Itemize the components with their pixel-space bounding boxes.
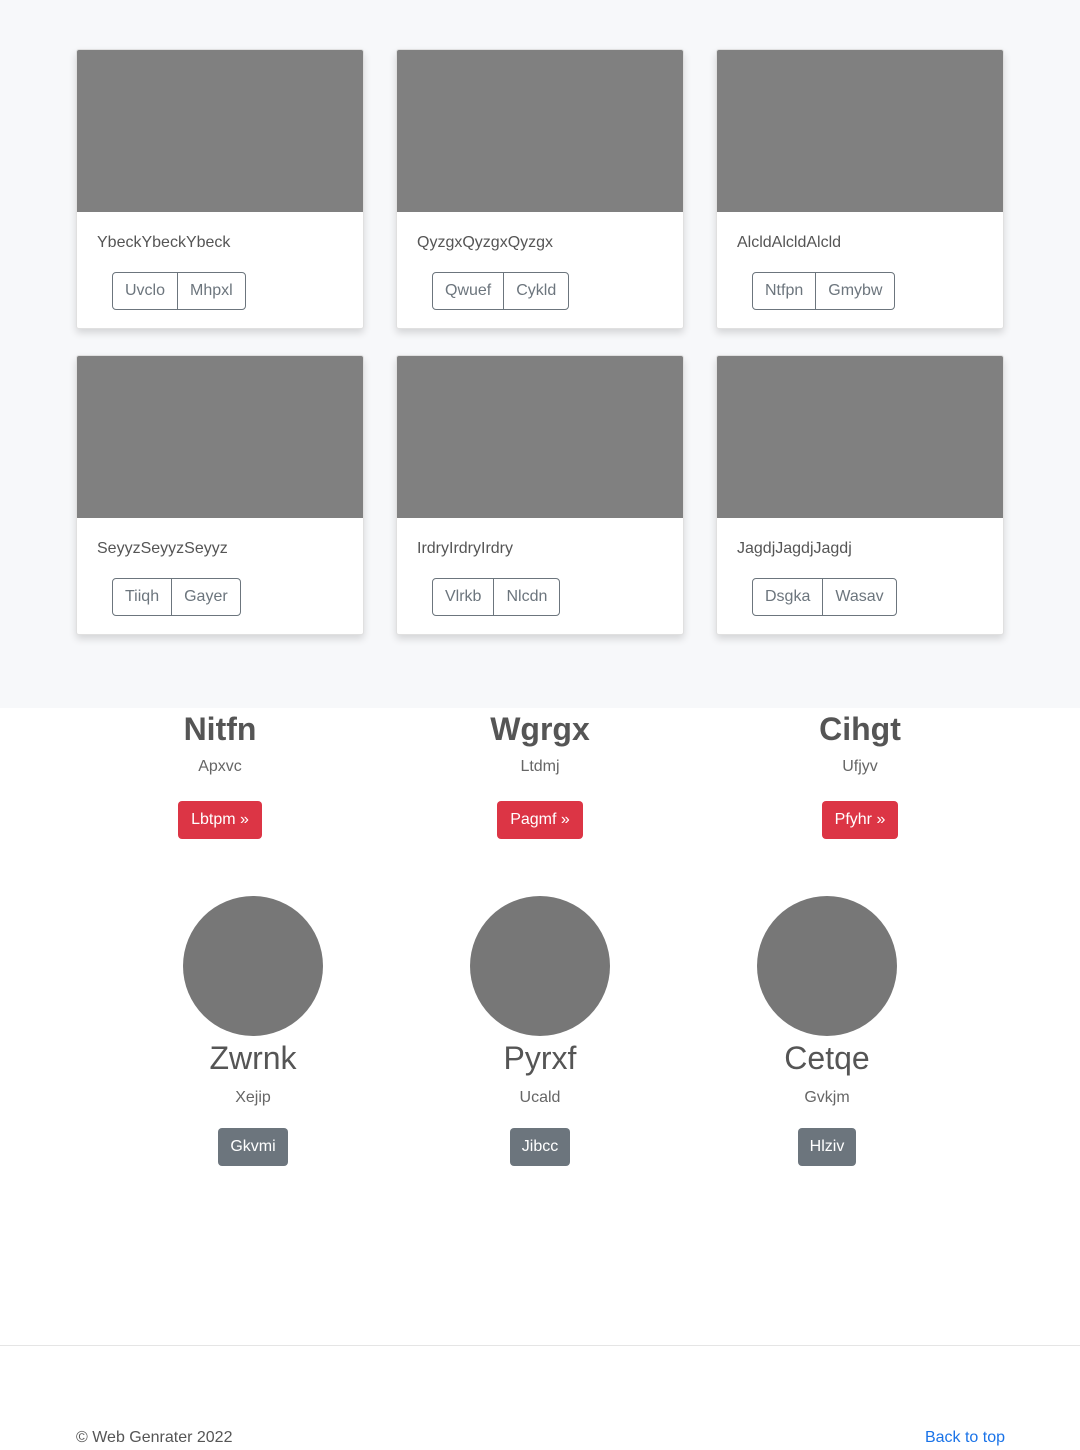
team-text: Gvkjm <box>804 1089 850 1106</box>
card-button-view[interactable]: Vlrkb <box>432 578 495 616</box>
album-card: YbeckYbeckYbeck Uvclo Mhpxl <box>76 49 364 329</box>
card-button-view[interactable]: Qwuef <box>432 272 505 310</box>
team-name: Zwrnk <box>209 1040 297 1076</box>
card-text: JagdjJagdjJagdj <box>737 540 852 557</box>
card-button-edit[interactable]: Mhpxl <box>177 272 246 310</box>
card-button-group: Qwuef Cykld <box>432 272 570 310</box>
card-button-edit[interactable]: Cykld <box>503 272 570 310</box>
card-button-edit[interactable]: Wasav <box>822 578 897 616</box>
card-thumbnail <box>77 50 363 212</box>
card-button-group: Ntfpn Gmybw <box>752 272 896 310</box>
team-text: Ucald <box>519 1089 561 1106</box>
marketing-button[interactable]: Lbtpm » <box>178 801 262 839</box>
avatar <box>757 896 897 1036</box>
card-button-group: Uvclo Mhpxl <box>112 272 246 310</box>
card-button-view[interactable]: Ntfpn <box>752 272 817 310</box>
marketing-button[interactable]: Pfyhr » <box>821 801 899 839</box>
card-button-group: Vlrkb Nlcdn <box>432 578 561 616</box>
team-name: Pyrxf <box>503 1040 577 1076</box>
card-text: YbeckYbeckYbeck <box>97 234 231 251</box>
team-text: Xejip <box>235 1089 271 1106</box>
marketing-heading: Wgrgx <box>490 711 590 747</box>
album-card: QyzgxQyzgxQyzgx Qwuef Cykld <box>396 49 684 329</box>
card-thumbnail <box>77 356 363 518</box>
album-card: SeyyzSeyyzSeyyz Tiiqh Gayer <box>76 355 364 635</box>
card-text: SeyyzSeyyzSeyyz <box>97 540 228 557</box>
card-button-group: Dsgka Wasav <box>752 578 897 616</box>
avatar <box>183 896 323 1036</box>
card-button-group: Tiiqh Gayer <box>112 578 241 616</box>
team-button[interactable]: Jibcc <box>509 1128 571 1166</box>
marketing-text: Apxvc <box>198 758 242 775</box>
marketing-heading: Nitfn <box>183 711 257 747</box>
marketing-heading: Cihgt <box>819 711 901 747</box>
team-button[interactable]: Hlziv <box>797 1128 857 1166</box>
card-button-edit[interactable]: Nlcdn <box>493 578 561 616</box>
team-column: Zwrnk Xejip Gkvmi <box>133 896 373 1166</box>
marketing-column: Wgrgx Ltdmj Pagmf » <box>420 707 660 839</box>
card-text: IrdryIrdryIrdry <box>417 540 513 557</box>
footer-divider <box>0 1345 1080 1346</box>
album-card: IrdryIrdryIrdry Vlrkb Nlcdn <box>396 355 684 635</box>
marketing-text: Ufjyv <box>842 758 878 775</box>
avatar <box>470 896 610 1036</box>
marketing-column: Nitfn Apxvc Lbtpm » <box>100 707 340 839</box>
card-thumbnail <box>397 50 683 212</box>
back-to-top-link[interactable]: Back to top <box>925 1428 1005 1448</box>
team-column: Cetqe Gvkjm Hlziv <box>707 896 947 1166</box>
card-button-edit[interactable]: Gayer <box>171 578 241 616</box>
card-thumbnail <box>717 50 1003 212</box>
card-button-view[interactable]: Uvclo <box>112 272 179 310</box>
album-section: YbeckYbeckYbeck Uvclo Mhpxl QyzgxQyzgxQy… <box>0 0 1080 708</box>
marketing-button[interactable]: Pagmf » <box>497 801 583 839</box>
card-thumbnail <box>397 356 683 518</box>
team-button[interactable]: Gkvmi <box>218 1128 288 1166</box>
card-button-view[interactable]: Tiiqh <box>112 578 173 616</box>
team-column: Pyrxf Ucald Jibcc <box>420 896 660 1166</box>
marketing-column: Cihgt Ufjyv Pfyhr » <box>740 707 980 839</box>
team-name: Cetqe <box>784 1040 870 1076</box>
marketing-text: Ltdmj <box>520 758 560 775</box>
card-thumbnail <box>717 356 1003 518</box>
album-card: JagdjJagdjJagdj Dsgka Wasav <box>716 355 1004 635</box>
album-card: AlcldAlcldAlcld Ntfpn Gmybw <box>716 49 1004 329</box>
card-button-view[interactable]: Dsgka <box>752 578 824 616</box>
card-text: QyzgxQyzgxQyzgx <box>417 234 554 251</box>
card-button-edit[interactable]: Gmybw <box>815 272 896 310</box>
card-text: AlcldAlcldAlcld <box>737 234 842 251</box>
footer-copyright: © Web Genrater 2022 <box>76 1429 233 1446</box>
